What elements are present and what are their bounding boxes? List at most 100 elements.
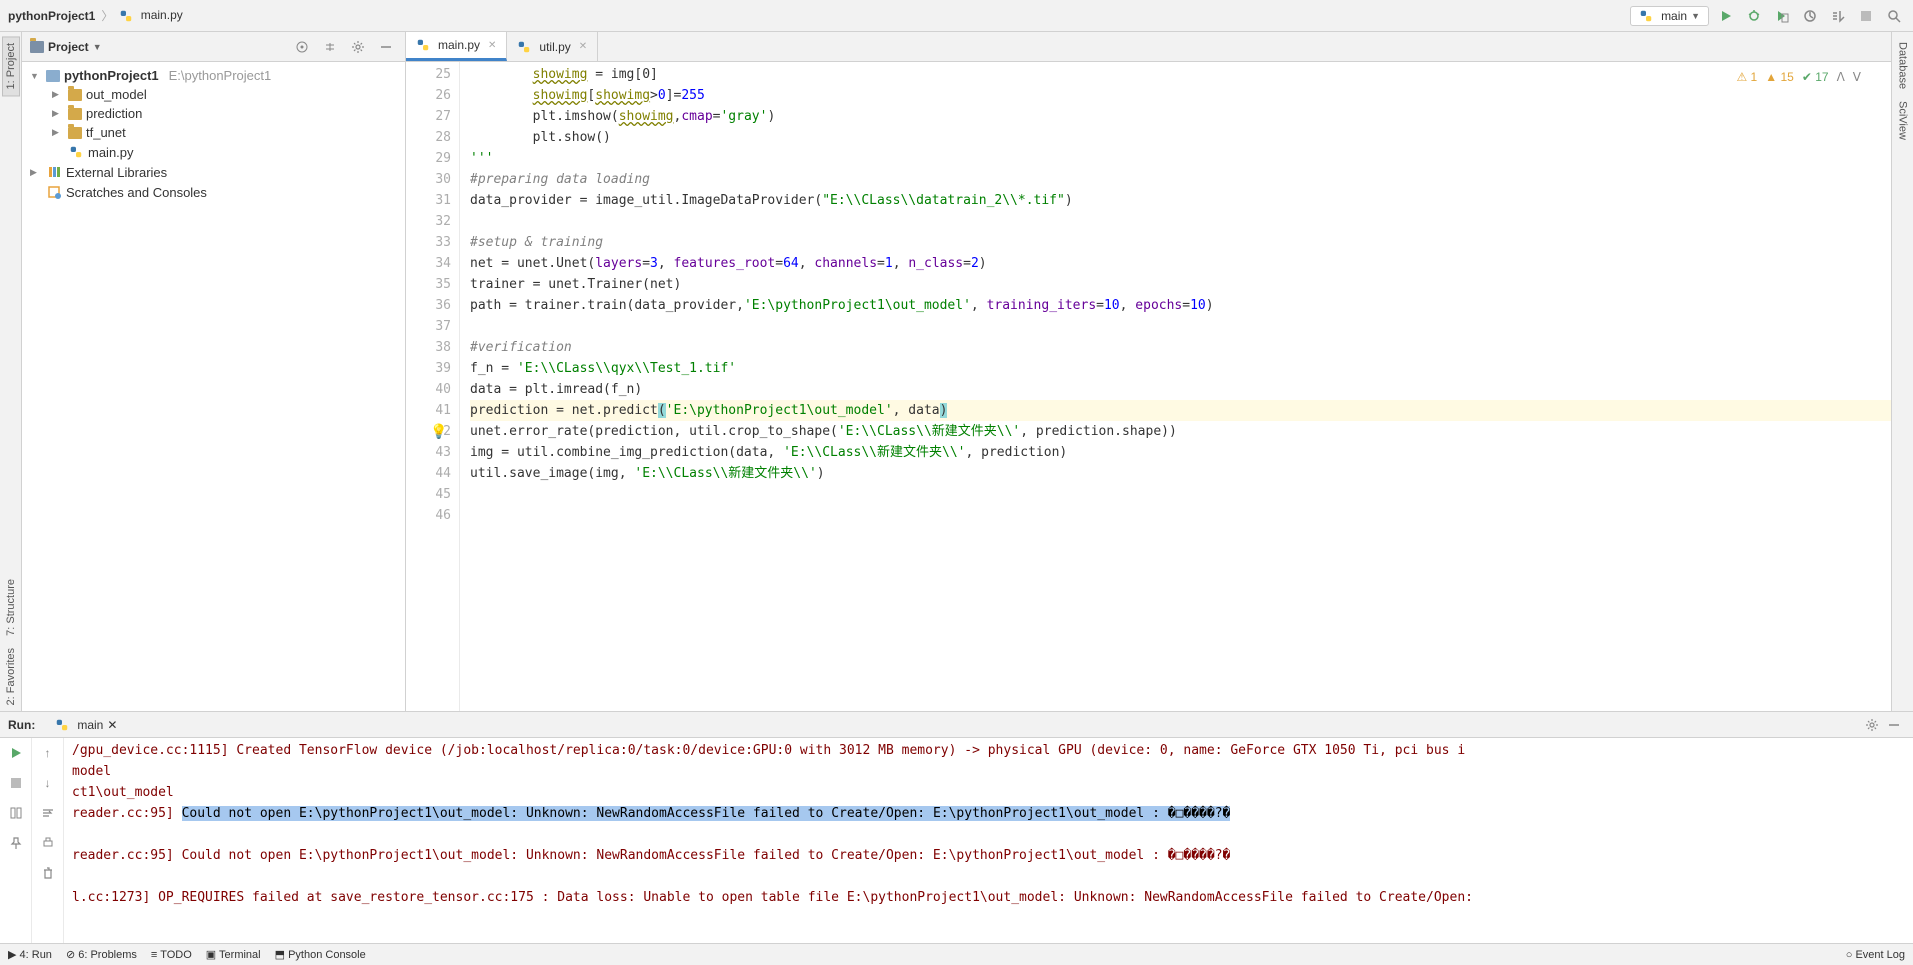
scroll-up-button[interactable]: ↑	[37, 742, 59, 764]
python-file-icon	[68, 144, 84, 160]
breadcrumb-file[interactable]: main.py	[119, 8, 182, 23]
top-actions: main ▼	[1630, 5, 1905, 27]
code-line[interactable]: data = plt.imread(f_n)	[470, 379, 1891, 400]
code-line[interactable]: img = util.combine_img_prediction(data, …	[470, 442, 1891, 463]
problems-tool-button[interactable]: ⊘ 6: Problems	[66, 948, 137, 961]
editor-tab[interactable]: util.py✕	[507, 32, 598, 61]
code-line[interactable]	[470, 484, 1891, 505]
run-tool-button[interactable]: ▶ 4: Run	[8, 948, 52, 961]
line-number-gutter[interactable]: 2526272829303132333435363738394041424344…	[406, 62, 460, 711]
pin-button[interactable]	[5, 832, 27, 854]
tree-item[interactable]: ▶tf_unet	[30, 123, 397, 142]
run-coverage-button[interactable]	[1771, 5, 1793, 27]
code-line[interactable]	[470, 505, 1891, 526]
chevron-down-icon[interactable]: ▼	[93, 42, 102, 52]
project-tree[interactable]: ▼ pythonProject1 E:\pythonProject1 ▶out_…	[22, 62, 405, 206]
chevron-right-icon: 〉	[101, 7, 113, 24]
intention-bulb-icon[interactable]: 💡	[430, 423, 447, 440]
project-tool-tab[interactable]: 1: Project	[2, 36, 20, 96]
stop-button[interactable]	[5, 772, 27, 794]
sciview-tool-tab[interactable]: SciView	[1895, 95, 1911, 146]
inspection-status[interactable]: ⚠ 1 ▲ 15 ✔ 17 ᐱ ᐯ	[1736, 70, 1861, 84]
bottom-tool-bar: ▶ 4: Run ⊘ 6: Problems ≡ TODO ▣ Terminal…	[0, 943, 1913, 965]
python-icon	[55, 718, 69, 732]
next-highlight-button[interactable]: ᐯ	[1853, 70, 1861, 84]
code-line[interactable]: util.save_image(img, 'E:\\CLass\\新建文件夹\\…	[470, 463, 1891, 484]
favorites-tool-tab[interactable]: 2: Favorites	[3, 642, 19, 711]
code-line[interactable]: #preparing data loading	[470, 169, 1891, 190]
stop-button[interactable]	[1855, 5, 1877, 27]
profile-button[interactable]	[1799, 5, 1821, 27]
debug-button[interactable]	[1743, 5, 1765, 27]
close-icon[interactable]: ✕	[107, 718, 117, 732]
attach-button[interactable]	[1827, 5, 1849, 27]
code-line[interactable]: path = trainer.train(data_provider,'E:\p…	[470, 295, 1891, 316]
run-button[interactable]	[1715, 5, 1737, 27]
run-configuration-selector[interactable]: main ▼	[1630, 6, 1709, 26]
code-line[interactable]	[470, 211, 1891, 232]
layout-button[interactable]	[5, 802, 27, 824]
prev-highlight-button[interactable]: ᐱ	[1837, 70, 1845, 84]
ok-indicator[interactable]: ✔ 17	[1802, 70, 1829, 84]
tree-item[interactable]: ▶out_model	[30, 85, 397, 104]
python-console-tool-button[interactable]: ⬒ Python Console	[275, 948, 366, 961]
code-line[interactable]	[470, 316, 1891, 337]
code-line[interactable]: #verification	[470, 337, 1891, 358]
breadcrumb-project[interactable]: pythonProject1	[8, 9, 95, 23]
tree-item[interactable]: ▶prediction	[30, 104, 397, 123]
hide-button[interactable]	[1883, 714, 1905, 736]
code-editor[interactable]: ⚠ 1 ▲ 15 ✔ 17 ᐱ ᐯ 2526272829303132333435…	[406, 62, 1891, 711]
code-line[interactable]: unet.error_rate(prediction, util.crop_to…	[470, 421, 1891, 442]
event-log-button[interactable]: ○ Event Log	[1846, 949, 1905, 961]
code-line[interactable]: #setup & training	[470, 232, 1891, 253]
console-output[interactable]: /gpu_device.cc:1115] Created TensorFlow …	[64, 738, 1913, 943]
project-panel-header: Project ▼	[22, 32, 405, 62]
code-line[interactable]: trainer = unet.Trainer(net)	[470, 274, 1891, 295]
editor-tab[interactable]: main.py✕	[406, 32, 507, 61]
search-everywhere-button[interactable]	[1883, 5, 1905, 27]
hide-button[interactable]	[375, 36, 397, 58]
run-tab[interactable]: main ✕	[47, 716, 125, 734]
code-line[interactable]: plt.imshow(showimg,cmap='gray')	[470, 106, 1891, 127]
expand-all-button[interactable]	[319, 36, 341, 58]
code-line[interactable]: showimg = img[0]	[470, 64, 1891, 85]
run-toolbar-left	[0, 738, 32, 943]
terminal-tool-button[interactable]: ▣ Terminal	[206, 948, 261, 961]
tree-root[interactable]: ▼ pythonProject1 E:\pythonProject1	[30, 66, 397, 85]
tree-item[interactable]: ▶main.py	[30, 142, 397, 162]
rerun-button[interactable]	[5, 742, 27, 764]
left-tool-window-bar: 1: Project 7: Structure 2: Favorites	[0, 32, 22, 711]
error-indicator[interactable]: ⚠ 1	[1736, 70, 1757, 84]
run-toolbar-console: ↑ ↓	[32, 738, 64, 943]
chevron-down-icon: ▼	[1691, 11, 1700, 21]
run-header: Run: main ✕	[0, 712, 1913, 738]
project-panel: Project ▼ ▼ pythonProject1 E:\pythonProj…	[22, 32, 406, 711]
todo-tool-button[interactable]: ≡ TODO	[151, 949, 192, 961]
scratch-icon	[46, 184, 62, 200]
soft-wrap-button[interactable]	[37, 802, 59, 824]
code-line[interactable]: plt.show()	[470, 127, 1891, 148]
settings-icon[interactable]	[1861, 714, 1883, 736]
print-button[interactable]	[37, 832, 59, 854]
code-line[interactable]: f_n = 'E:\\CLass\\qyx\\Test_1.tif'	[470, 358, 1891, 379]
scratches-consoles[interactable]: ▶ Scratches and Consoles	[30, 182, 397, 202]
database-tool-tab[interactable]: Database	[1895, 36, 1911, 95]
warning-indicator[interactable]: ▲ 15	[1765, 70, 1794, 84]
code-line[interactable]: data_provider = image_util.ImageDataProv…	[470, 190, 1891, 211]
breadcrumb: pythonProject1 〉 main.py	[8, 7, 1630, 24]
module-icon	[46, 70, 60, 82]
clear-button[interactable]	[37, 862, 59, 884]
code-line[interactable]: net = unet.Unet(layers=3, features_root=…	[470, 253, 1891, 274]
close-icon[interactable]: ✕	[579, 41, 587, 52]
code-line[interactable]: showimg[showimg>0]=255	[470, 85, 1891, 106]
folder-icon	[30, 41, 44, 53]
code-line[interactable]: prediction = net.predict('E:\pythonProje…	[470, 400, 1891, 421]
close-icon[interactable]: ✕	[488, 40, 496, 51]
locate-button[interactable]	[291, 36, 313, 58]
code-line[interactable]: '''	[470, 148, 1891, 169]
external-libraries[interactable]: ▶ External Libraries	[30, 162, 397, 182]
python-icon	[1639, 9, 1653, 23]
scroll-down-button[interactable]: ↓	[37, 772, 59, 794]
structure-tool-tab[interactable]: 7: Structure	[3, 573, 19, 642]
settings-icon[interactable]	[347, 36, 369, 58]
